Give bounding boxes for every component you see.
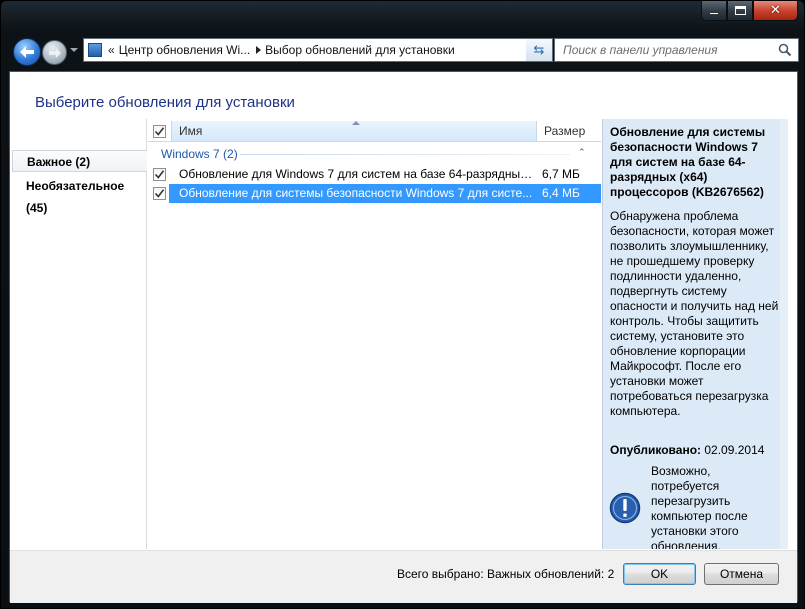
published-info: Опубликовано: 02.09.2014: [610, 443, 764, 457]
address-overflow-chevron[interactable]: «: [108, 43, 115, 57]
minimize-button[interactable]: [701, 1, 727, 21]
close-button[interactable]: ✕: [753, 1, 798, 21]
maximize-icon: [734, 6, 746, 15]
category-optional[interactable]: Необязательное (45): [12, 175, 147, 215]
row-checkbox[interactable]: [153, 168, 166, 181]
info-exclamation-icon: [609, 492, 641, 524]
close-icon: ✕: [770, 3, 781, 18]
group-label: Windows 7 (2): [161, 147, 238, 161]
breadcrumb-select-updates[interactable]: Выбор обновлений для установки: [265, 43, 455, 57]
search-input[interactable]: [563, 43, 778, 57]
back-arrow-icon: [20, 46, 34, 58]
updates-list: Имя Размер Windows 7 (2) ⌃ Обновление дл…: [148, 119, 601, 549]
published-date: 02.09.2014: [704, 443, 765, 457]
cancel-button[interactable]: Отмена: [704, 563, 779, 585]
sort-ascending-icon: [352, 121, 360, 125]
row-checkbox[interactable]: [153, 187, 166, 200]
ok-button[interactable]: OK: [623, 563, 696, 585]
dialog-footer: Всего выбрано: Важных обновлений: 2 OK О…: [10, 550, 797, 603]
published-label: Опубликовано:: [610, 443, 702, 457]
column-header-name-label: Имя: [179, 124, 203, 138]
checkmark-icon: [154, 170, 165, 179]
update-size: 6,4 МБ: [542, 186, 580, 200]
update-name: Обновление для системы безопасности Wind…: [179, 186, 533, 200]
address-bar[interactable]: « Центр обновления Wi... Выбор обновлени…: [83, 38, 553, 62]
refresh-button[interactable]: ⇆: [526, 38, 553, 62]
page-title: Выберите обновления для установки: [35, 94, 295, 111]
details-scrollbar[interactable]: [780, 119, 788, 549]
column-header-name[interactable]: Имя: [171, 121, 537, 141]
breadcrumb-windows-update[interactable]: Центр обновления Wi...: [119, 43, 250, 57]
maximize-button[interactable]: [727, 1, 753, 21]
minimize-icon: [709, 12, 719, 15]
recent-pages-dropdown[interactable]: [70, 48, 78, 52]
select-all-cell: [148, 121, 170, 141]
back-button[interactable]: [13, 38, 41, 66]
forward-arrow-icon: [48, 47, 61, 58]
content-area: Выберите обновления для установки Важное…: [9, 71, 798, 603]
checkmark-icon: [154, 126, 164, 136]
group-header[interactable]: Windows 7 (2) ⌃: [148, 144, 601, 164]
table-row[interactable]: Обновление для Windows 7 для систем на б…: [148, 165, 601, 184]
update-size: 6,7 МБ: [542, 167, 580, 181]
table-row-selected[interactable]: Обновление для системы безопасности Wind…: [148, 184, 601, 203]
breadcrumb-separator-icon[interactable]: [256, 46, 262, 54]
forward-button[interactable]: [42, 40, 67, 65]
restart-notice: Возможно, потребуется перезагрузить комп…: [651, 464, 748, 549]
checkmark-icon: [154, 189, 165, 198]
navigation-bar: « Центр обновления Wi... Выбор обновлени…: [9, 34, 799, 70]
search-box: [554, 38, 799, 62]
category-label: Необязательное (45): [26, 179, 125, 215]
category-important[interactable]: Важное (2): [12, 150, 147, 172]
control-panel-icon: [88, 43, 102, 57]
select-all-checkbox[interactable]: [152, 124, 166, 138]
list-header: Имя Размер: [148, 121, 601, 142]
column-header-size[interactable]: Размер: [537, 121, 601, 141]
update-name: Обновление для Windows 7 для систем на б…: [179, 167, 535, 181]
category-label: Важное (2): [27, 155, 91, 169]
refresh-icon: ⇆: [533, 42, 545, 57]
update-details-pane: Обновление для системы безопасности Wind…: [602, 119, 788, 549]
search-icon[interactable]: [778, 43, 792, 57]
collapse-chevron-icon[interactable]: ⌃: [578, 147, 586, 158]
selection-summary: Всего выбрано: Важных обновлений: 2: [397, 567, 615, 581]
caption-buttons: ✕: [701, 1, 798, 21]
window-frame: ✕ « Центр обновления Wi... Выбор обновле…: [0, 0, 805, 609]
group-divider: [240, 154, 570, 155]
update-details-description: Обнаружена проблема безопасности, котора…: [610, 209, 779, 418]
update-details-title: Обновление для системы безопасности Wind…: [610, 125, 766, 199]
category-list: Важное (2) Необязательное (45): [10, 119, 147, 549]
column-header-size-label: Размер: [544, 124, 586, 138]
